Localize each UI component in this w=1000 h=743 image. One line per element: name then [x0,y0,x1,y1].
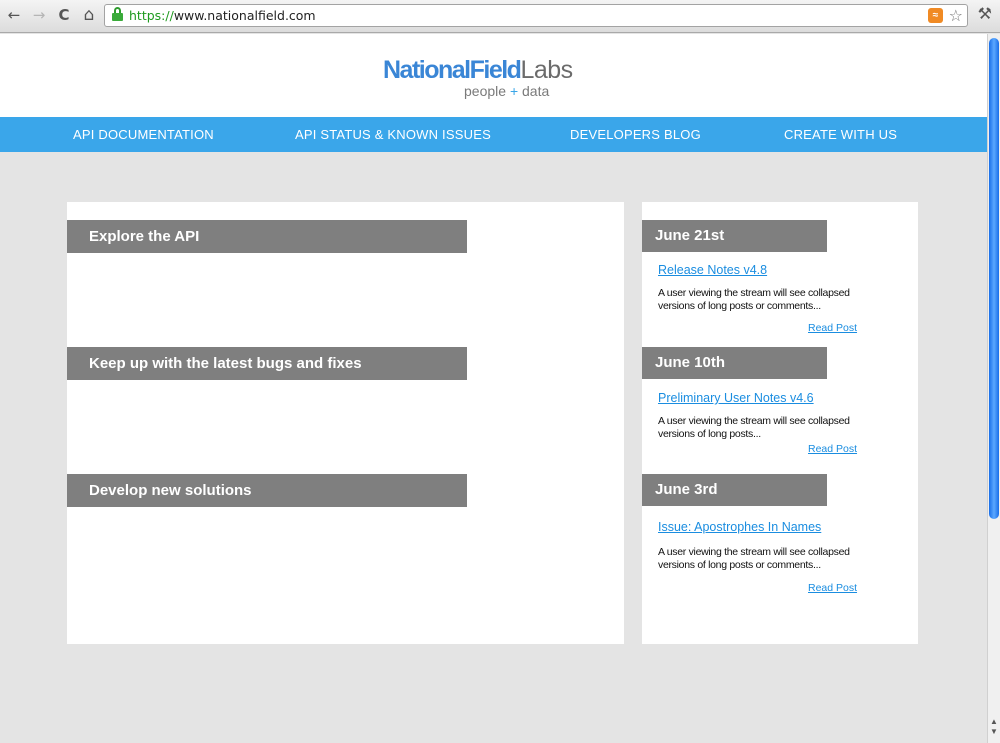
section-heading-develop: Develop new solutions [67,474,467,507]
vertical-scrollbar[interactable]: ▲ ▼ [987,34,1000,743]
rss-icon[interactable]: ≈ [928,8,943,23]
url-text[interactable]: https://www.nationalfield.com [129,8,316,23]
url-host: www.nationalfield.com [173,8,316,23]
logo-tagline: people + data [464,83,550,99]
nav-developers-blog[interactable]: DEVELOPERS BLOG [570,127,701,142]
forward-icon[interactable]: → [29,5,49,25]
wrench-icon[interactable]: ⚒ [978,4,992,23]
back-icon[interactable]: ← [4,5,24,25]
post-excerpt: A user viewing the stream will see colla… [658,415,850,440]
site-logo[interactable]: NationalFieldLabs people + data [383,56,643,106]
scroll-arrows-icon[interactable]: ▲ ▼ [990,717,998,737]
post-title-link[interactable]: Issue: Apostrophes In Names [658,520,821,534]
section-heading-bugs: Keep up with the latest bugs and fixes [67,347,467,380]
bookmark-star-icon[interactable]: ☆ [949,6,963,25]
post-title-link[interactable]: Preliminary User Notes v4.6 [658,391,814,405]
page-viewport: NationalFieldLabs people + data API DOCU… [0,34,987,743]
post-excerpt: A user viewing the stream will see colla… [658,287,850,312]
lock-icon [112,7,123,22]
address-bar[interactable]: https://www.nationalfield.com ≈ ☆ [104,4,968,27]
content-panel: Explore the API Keep up with the latest … [67,202,624,644]
post-date: June 21st [642,220,827,252]
post-date: June 10th [642,347,827,379]
section-heading-explore: Explore the API [67,220,467,253]
home-icon[interactable]: ⌂ [79,5,99,25]
read-post-link[interactable]: Read Post [808,443,857,455]
url-scheme: https:// [129,8,174,23]
nav-api-documentation[interactable]: API DOCUMENTATION [73,127,214,142]
main-nav: API DOCUMENTATION API STATUS & KNOWN ISS… [0,117,987,152]
blog-sidebar: June 21st Release Notes v4.8 A user view… [642,202,918,644]
post-excerpt: A user viewing the stream will see colla… [658,546,850,571]
post-title-link[interactable]: Release Notes v4.8 [658,263,767,277]
read-post-link[interactable]: Read Post [808,582,857,594]
site-header: NationalFieldLabs people + data [0,34,987,117]
read-post-link[interactable]: Read Post [808,322,857,334]
reload-icon[interactable]: C [54,5,74,25]
post-date: June 3rd [642,474,827,506]
nav-create-with-us[interactable]: CREATE WITH US [784,127,897,142]
nav-api-status[interactable]: API STATUS & KNOWN ISSUES [295,127,491,142]
scrollbar-thumb[interactable] [989,38,999,519]
browser-toolbar: ← → C ⌂ https://www.nationalfield.com ≈ … [0,0,1000,33]
logo-wordmark: NationalFieldLabs [383,56,573,84]
